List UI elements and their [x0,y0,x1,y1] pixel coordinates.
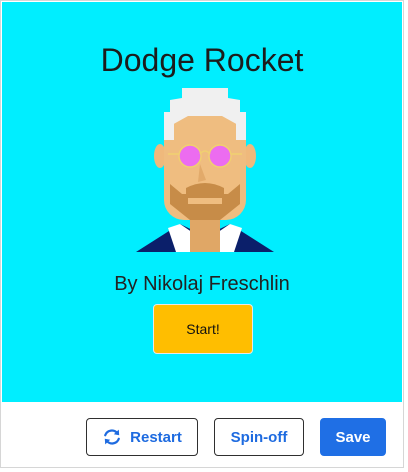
game-title: Dodge Rocket [100,42,304,78]
restart-button[interactable]: Restart [86,418,198,456]
restart-label: Restart [130,428,182,446]
author-avatar [136,88,274,252]
game-stage[interactable]: Dodge Rocket By Nikolaj Freschlin Start! [2,2,402,402]
project-toolbar: Restart Spin-off Save [1,403,405,469]
spin-off-button[interactable]: Spin-off [214,418,304,456]
start-button[interactable]: Start! [153,304,253,354]
refresh-icon [104,429,121,445]
project-frame: Dodge Rocket By Nikolaj Freschlin Start!… [0,0,404,468]
save-button[interactable]: Save [320,418,386,456]
author-credit: By Nikolaj Freschlin [114,273,290,295]
